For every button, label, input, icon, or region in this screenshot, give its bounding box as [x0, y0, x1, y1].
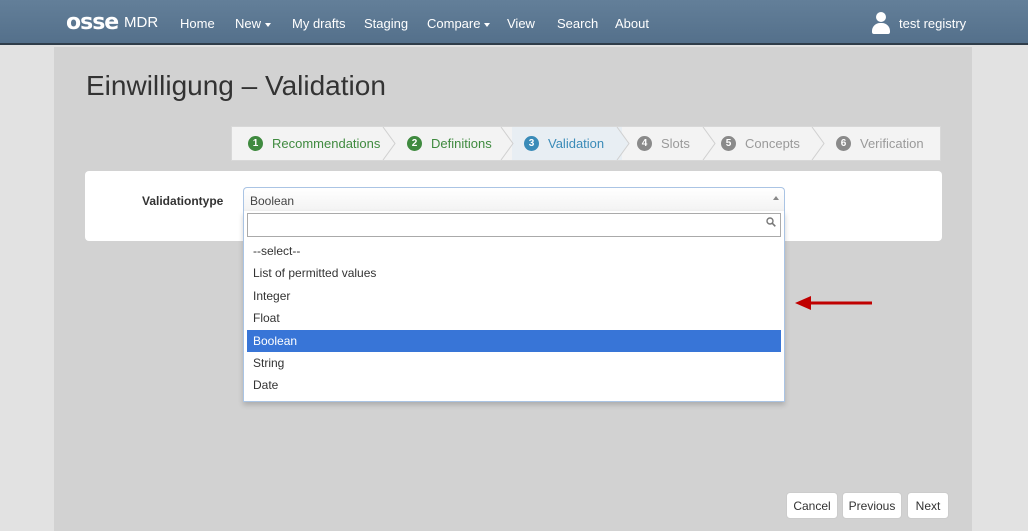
- step-number-badge: 4: [637, 136, 652, 151]
- nav-search[interactable]: Search: [557, 16, 598, 31]
- step-label: Validation: [548, 136, 605, 151]
- option-select-placeholder[interactable]: --select--: [247, 240, 781, 262]
- step-separator: [382, 127, 396, 160]
- step-separator: [616, 127, 630, 160]
- next-button[interactable]: Next: [907, 492, 949, 519]
- step-label: Verification: [860, 136, 924, 151]
- select-current-value: Boolean: [250, 194, 295, 208]
- osse-logo[interactable]: osse: [66, 10, 119, 35]
- select-search-input[interactable]: [247, 213, 781, 237]
- validationtype-label: Validationtype: [142, 194, 224, 208]
- step-concepts[interactable]: 5 Concepts: [721, 127, 800, 160]
- step-recommendations[interactable]: 1 Recommendations: [248, 127, 380, 160]
- step-label: Recommendations: [272, 136, 381, 151]
- chevron-up-icon[interactable]: [773, 196, 779, 200]
- step-validation[interactable]: 3 Validation: [524, 127, 604, 160]
- nav-new[interactable]: New: [235, 16, 272, 31]
- wizard-steps: 1 Recommendations 2 Definitions 3 Valida…: [231, 126, 941, 161]
- option-string[interactable]: String: [247, 352, 781, 374]
- step-number-badge: 2: [407, 136, 422, 151]
- option-list-of-permitted-values[interactable]: List of permitted values: [247, 262, 781, 284]
- top-navbar: osse MDR Home New My drafts Staging Comp…: [0, 0, 1028, 45]
- cancel-button[interactable]: Cancel: [786, 492, 838, 519]
- step-number-badge: 6: [836, 136, 851, 151]
- step-number-badge: 5: [721, 136, 736, 151]
- step-separator: [500, 127, 514, 160]
- nav-staging[interactable]: Staging: [364, 16, 408, 31]
- caret-down-icon: [484, 22, 491, 27]
- step-label: Concepts: [745, 136, 800, 151]
- nav-my-drafts[interactable]: My drafts: [292, 16, 345, 31]
- caret-down-icon: [265, 22, 272, 27]
- step-separator: [702, 127, 716, 160]
- user-menu[interactable]: test registry: [872, 12, 966, 34]
- step-label: Slots: [661, 136, 690, 151]
- nav-home[interactable]: Home: [180, 16, 215, 31]
- nav-view[interactable]: View: [507, 16, 535, 31]
- option-float[interactable]: Float: [247, 307, 781, 329]
- step-separator: [811, 127, 825, 160]
- user-icon: [872, 12, 890, 34]
- nav-new-label: New: [235, 16, 262, 31]
- step-verification[interactable]: 6 Verification: [836, 127, 924, 160]
- option-date[interactable]: Date: [247, 374, 781, 396]
- step-slots[interactable]: 4 Slots: [637, 127, 690, 160]
- validationtype-select[interactable]: [243, 187, 785, 213]
- logo-mark: osse: [66, 10, 119, 35]
- option-integer[interactable]: Integer: [247, 285, 781, 307]
- nav-compare-label: Compare: [427, 16, 481, 31]
- step-label: Definitions: [431, 136, 492, 151]
- nav-compare[interactable]: Compare: [427, 16, 491, 31]
- page-title: Einwilligung – Validation: [86, 70, 386, 101]
- search-icon: [766, 217, 776, 227]
- arrow-left-icon: [795, 296, 872, 310]
- user-name: test registry: [899, 15, 967, 31]
- previous-button[interactable]: Previous: [842, 492, 902, 519]
- step-number-badge: 1: [248, 136, 263, 151]
- step-definitions[interactable]: 2 Definitions: [407, 127, 492, 160]
- step-number-badge: 3: [524, 136, 539, 151]
- option-boolean[interactable]: Boolean: [247, 330, 781, 352]
- brand-mdr[interactable]: MDR: [124, 14, 158, 31]
- nav-about[interactable]: About: [615, 16, 649, 31]
